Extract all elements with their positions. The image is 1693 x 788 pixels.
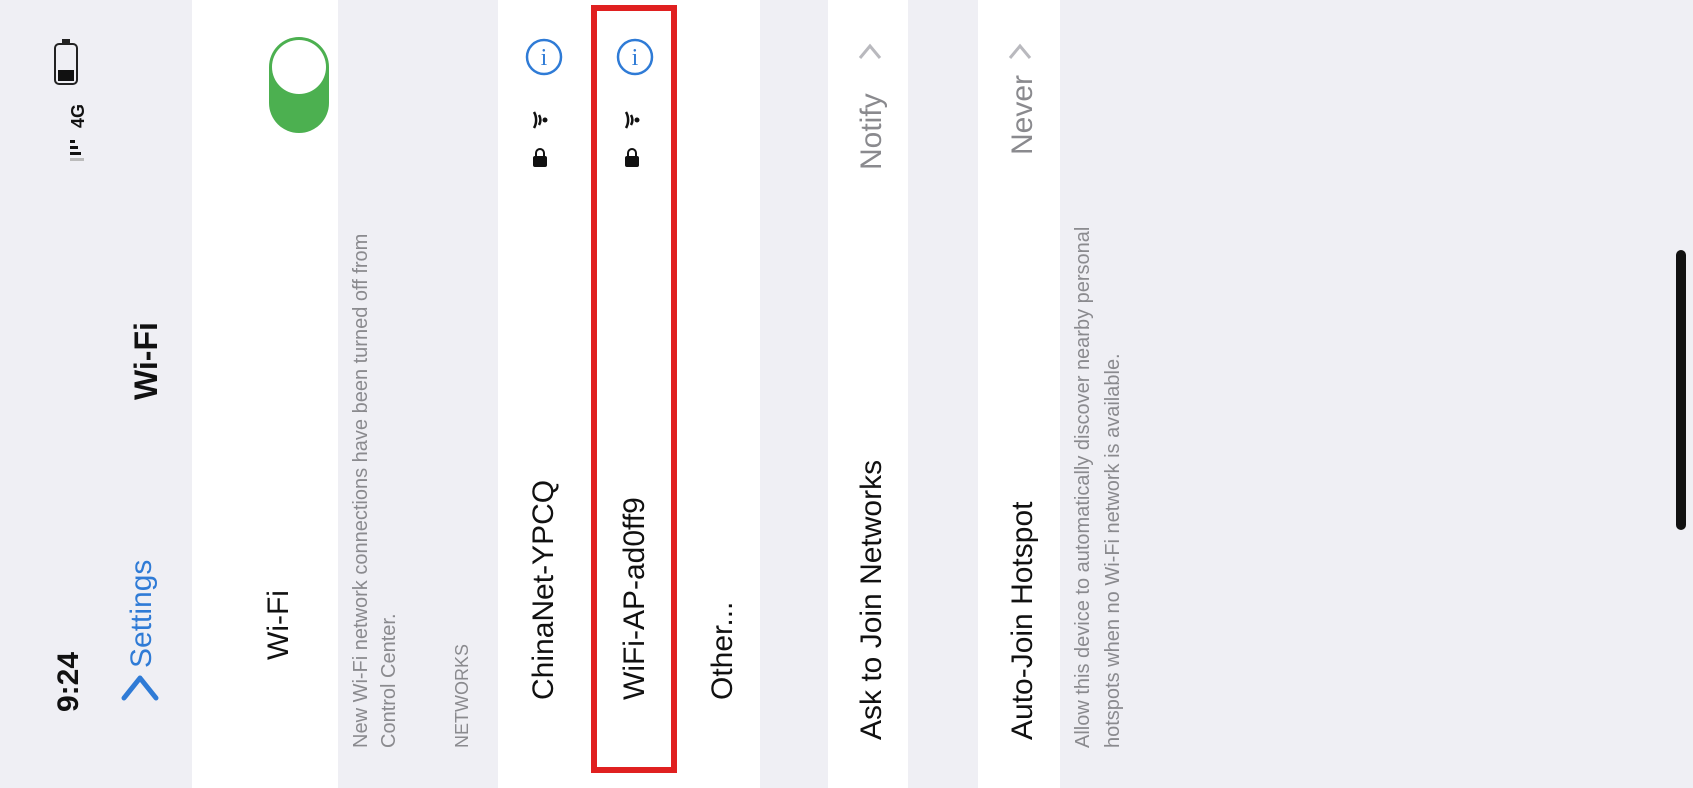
highlight-box (591, 5, 677, 773)
chevron-right-icon (1008, 42, 1032, 62)
auto-join-label: Auto-Join Hotspot (1006, 501, 1039, 740)
page-title: Wi-Fi (128, 322, 164, 400)
ask-to-join-value: Notify (855, 93, 888, 170)
home-indicator (1676, 250, 1686, 530)
status-network: 4G (68, 103, 88, 128)
auto-join-value: Never (1006, 74, 1039, 155)
auto-join-footer-line2: hotspots when no Wi-Fi network is availa… (1102, 353, 1124, 748)
back-chevron-icon[interactable] (120, 672, 160, 702)
networks-header: NETWORKS (452, 643, 472, 748)
wifi-signal-icon (532, 108, 552, 132)
section-separator (760, 0, 828, 788)
section-separator (908, 0, 978, 788)
other-network-label: Other... (706, 601, 739, 700)
notice-text-line1: New Wi-Fi network connections have been … (350, 233, 372, 748)
status-time: 9:24 (52, 651, 85, 712)
info-icon[interactable]: i (525, 38, 563, 76)
footer-area (1060, 0, 1693, 788)
lock-icon (532, 148, 550, 168)
notice-text-line2: Control Center. (378, 613, 400, 748)
wifi-toggle-label: Wi-Fi (262, 590, 295, 660)
network-name: ChinaNet-YPCQ (527, 479, 560, 700)
auto-join-footer-line1: Allow this device to automatically disco… (1072, 226, 1094, 748)
signal-icon (70, 140, 86, 164)
wifi-toggle-switch[interactable] (268, 36, 330, 134)
svg-text:i: i (541, 45, 548, 71)
chevron-right-icon (858, 42, 882, 62)
back-button[interactable]: Settings (125, 560, 159, 668)
ask-to-join-label: Ask to Join Networks (855, 459, 888, 740)
battery-icon (52, 38, 82, 88)
